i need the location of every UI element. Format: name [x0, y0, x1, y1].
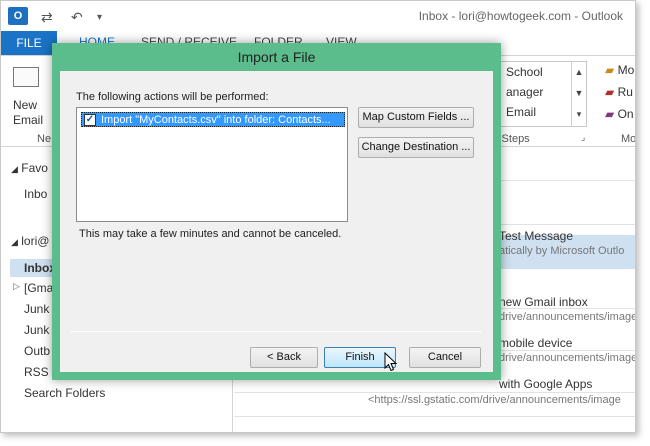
- folder-junk-2[interactable]: Junk: [24, 323, 49, 337]
- favorites-inbox[interactable]: Inbo: [24, 187, 47, 201]
- mouse-cursor-icon: [384, 352, 398, 372]
- new-email-icon[interactable]: [13, 67, 39, 87]
- new-group-label: Ne: [37, 133, 52, 145]
- dialog-launcher-icon[interactable]: ⌟: [581, 132, 585, 143]
- change-destination-button[interactable]: Change Destination ...: [358, 137, 474, 158]
- note-text: This may take a few minutes and cannot b…: [79, 228, 342, 240]
- outlook-logo-icon: O: [8, 7, 28, 25]
- window-title: Inbox - lori@howtogeek.com - Outlook: [418, 9, 623, 23]
- cancel-button[interactable]: Cancel: [409, 347, 481, 368]
- message-subject: mobile device: [499, 336, 573, 350]
- move-button[interactable]: ▰ Mo: [605, 63, 634, 77]
- message-preview: drive/announcements/image: [499, 352, 636, 364]
- message-preview: drive/announcements/image: [499, 311, 636, 323]
- collapse-icon: ◢: [11, 164, 18, 174]
- quick-step-item[interactable]: School: [506, 65, 543, 79]
- quick-step-item[interactable]: anager: [506, 85, 543, 99]
- more-icon[interactable]: ▾: [572, 104, 586, 124]
- move-group-label: Mo: [621, 133, 636, 145]
- send-receive-icon[interactable]: ⇄: [41, 9, 53, 26]
- rules-button[interactable]: ▰ Ru: [605, 85, 633, 99]
- message-preview: atically by Microsoft Outlo: [499, 245, 625, 257]
- new-email-label-line1: New: [13, 98, 38, 112]
- actions-label: The following actions will be performed:: [76, 91, 269, 103]
- action-checkbox[interactable]: ✓: [84, 114, 96, 126]
- dialog-body: The following actions will be performed:…: [60, 71, 493, 372]
- customize-toolbar-icon[interactable]: ▾: [97, 12, 102, 23]
- account-header[interactable]: ◢ lori@: [11, 234, 49, 248]
- undo-icon[interactable]: ↶: [71, 9, 83, 26]
- onenote-icon: ▰: [605, 107, 615, 121]
- folder-search[interactable]: Search Folders: [24, 386, 105, 400]
- import-file-dialog: Import a File The following actions will…: [52, 43, 501, 380]
- favorites-header[interactable]: ◢ Favo: [11, 161, 48, 175]
- message-subject: with Google Apps: [499, 377, 593, 391]
- expand-icon[interactable]: ▷: [13, 281, 20, 292]
- quick-steps-scrollbar[interactable]: ▲ ▼ ▾: [571, 62, 586, 126]
- list-item[interactable]: ✓ Import "MyContacts.csv" into folder: C…: [81, 112, 345, 127]
- rules-icon: ▰: [605, 85, 615, 99]
- folder-junk[interactable]: Junk: [24, 302, 49, 316]
- message-subject: Test Message: [499, 229, 574, 243]
- move-icon: ▰: [605, 63, 615, 77]
- message-subject: new Gmail inbox: [499, 295, 588, 309]
- action-item-label: Import "MyContacts.csv" into folder: Con…: [101, 114, 331, 126]
- scroll-down-icon[interactable]: ▼: [572, 83, 586, 104]
- folder-gmail[interactable]: ▷ [Gma: [13, 281, 53, 295]
- back-button[interactable]: < Back: [250, 347, 318, 368]
- new-email-label-line2: Email: [13, 113, 44, 127]
- message-preview: <https://ssl.gstatic.com/drive/announcem…: [368, 394, 621, 406]
- divider: [70, 331, 482, 332]
- onenote-button[interactable]: ▰ On: [605, 107, 634, 121]
- map-custom-fields-button[interactable]: Map Custom Fields ...: [358, 107, 474, 128]
- scroll-up-icon[interactable]: ▲: [572, 62, 586, 83]
- collapse-icon: ◢: [11, 237, 18, 247]
- quick-step-item[interactable]: Email: [506, 105, 536, 119]
- folder-outbox[interactable]: Outb: [24, 344, 50, 358]
- dialog-title: Import a File: [237, 49, 316, 65]
- new-email-button[interactable]: New Email: [13, 98, 43, 128]
- tab-file[interactable]: FILE: [1, 31, 57, 55]
- actions-list[interactable]: ✓ Import "MyContacts.csv" into folder: C…: [76, 107, 348, 222]
